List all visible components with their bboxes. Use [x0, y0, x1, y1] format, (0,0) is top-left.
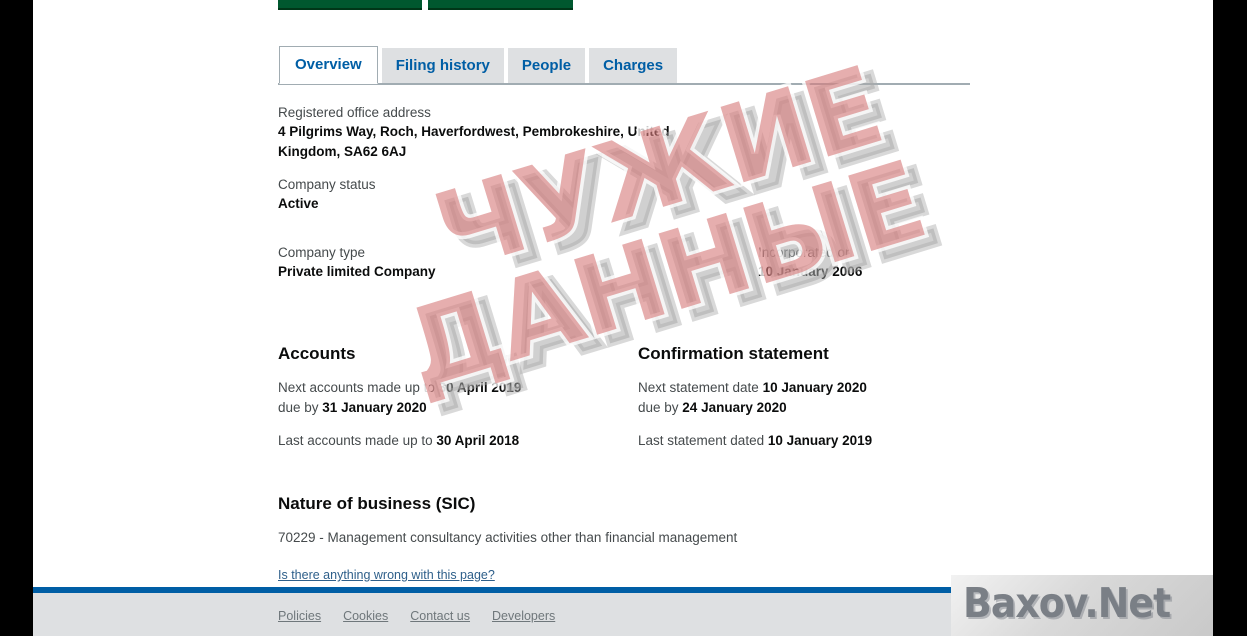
footer-link-contact-us[interactable]: Contact us [410, 609, 470, 623]
company-status-value: Active [278, 196, 319, 211]
footer-link-cookies[interactable]: Cookies [343, 609, 388, 623]
company-tabs: Overview Filing history People Charges [278, 46, 970, 85]
footer-links: Policies Cookies Contact us Developers [278, 609, 555, 623]
address-value: 4 Pilgrims Way, Roch, Haverfordwest, Pem… [278, 124, 670, 159]
confirmation-next: Next statement date 10 January 2020 [638, 378, 998, 398]
footer-link-policies[interactable]: Policies [278, 609, 321, 623]
baxov-net-watermark-text: Baxov.Net [963, 579, 1171, 627]
footer-link-developers[interactable]: Developers [492, 609, 555, 623]
accounts-next-date: 30 April 2019 [438, 380, 522, 395]
incorporated-label: Incorporated on [758, 245, 853, 260]
confirmation-last-date: 10 January 2019 [767, 433, 873, 448]
green-button-strip-1[interactable] [278, 0, 422, 10]
letterbox-left [0, 0, 33, 636]
confirmation-statement-section: Confirmation statement Next statement da… [638, 344, 998, 451]
accounts-due-prefix: due by [278, 400, 323, 415]
tabs-divider [278, 83, 970, 85]
nature-of-business-section: Nature of business (SIC) 70229 - Managem… [278, 494, 918, 548]
accounts-last: Last accounts made up to 30 April 2018 [278, 431, 618, 451]
company-type-label: Company type [278, 245, 366, 260]
confirmation-last-prefix: Last statement dated [638, 433, 768, 448]
sic-heading: Nature of business (SIC) [278, 494, 476, 513]
confirmation-last: Last statement dated 10 January 2019 [638, 431, 998, 451]
incorporated-value: 10 January 2006 [758, 264, 863, 279]
accounts-last-prefix: Last accounts made up to [278, 433, 437, 448]
company-type-value: Private limited Company [278, 264, 436, 279]
company-status: Company status Active [278, 176, 698, 214]
confirmation-next-prefix: Next statement date [638, 380, 763, 395]
registered-office-address: Registered office address 4 Pilgrims Way… [278, 104, 698, 162]
confirmation-due-prefix: due by [638, 400, 683, 415]
sic-entry: 70229 - Management consultancy activitie… [278, 530, 738, 545]
letterbox-right [1213, 0, 1247, 636]
accounts-next-prefix: Next accounts made up to [278, 380, 439, 395]
report-problem-link[interactable]: Is there anything wrong with this page? [278, 568, 495, 582]
tab-overview[interactable]: Overview [279, 46, 378, 84]
feedback-link-wrap: Is there anything wrong with this page? [278, 566, 678, 584]
green-button-strip-2[interactable] [428, 0, 573, 10]
incorporated-on: Incorporated on 10 January 2006 [758, 244, 1018, 282]
company-status-label: Company status [278, 177, 376, 192]
tab-charges[interactable]: Charges [589, 48, 678, 83]
address-label: Registered office address [278, 105, 431, 120]
accounts-due-date: 31 January 2020 [322, 400, 427, 415]
companies-house-page: Overview Filing history People Charges R… [33, 0, 1213, 636]
confirmation-due: due by 24 January 2020 [638, 398, 998, 418]
accounts-section: Accounts Next accounts made up to 30 Apr… [278, 344, 618, 451]
tab-people[interactable]: People [507, 48, 586, 83]
screenshot-viewport: Overview Filing history People Charges R… [0, 0, 1247, 636]
company-type: Company type Private limited Company [278, 244, 638, 282]
tab-filing-history[interactable]: Filing history [381, 48, 504, 83]
confirmation-heading: Confirmation statement [638, 344, 829, 363]
accounts-heading: Accounts [278, 344, 356, 363]
accounts-next: Next accounts made up to 30 April 2019 [278, 378, 618, 398]
confirmation-next-date: 10 January 2020 [762, 380, 867, 395]
confirmation-due-date: 24 January 2020 [682, 400, 787, 415]
baxov-net-watermark: Baxov.Net [951, 575, 1213, 636]
accounts-due: due by 31 January 2020 [278, 398, 618, 418]
accounts-last-date: 30 April 2018 [436, 433, 520, 448]
